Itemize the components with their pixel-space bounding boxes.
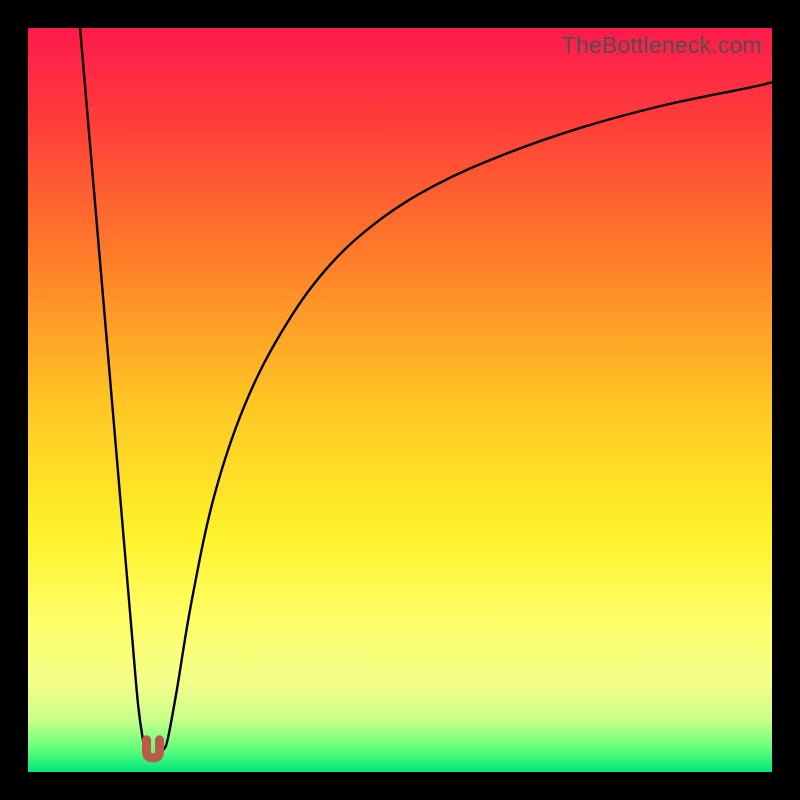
plot-area: TheBottleneck.com	[28, 28, 772, 772]
watermark-text: TheBottleneck.com	[562, 32, 762, 59]
gradient-background	[28, 28, 772, 772]
chart-frame: TheBottleneck.com	[0, 0, 800, 800]
bottleneck-curve-chart	[28, 28, 772, 772]
